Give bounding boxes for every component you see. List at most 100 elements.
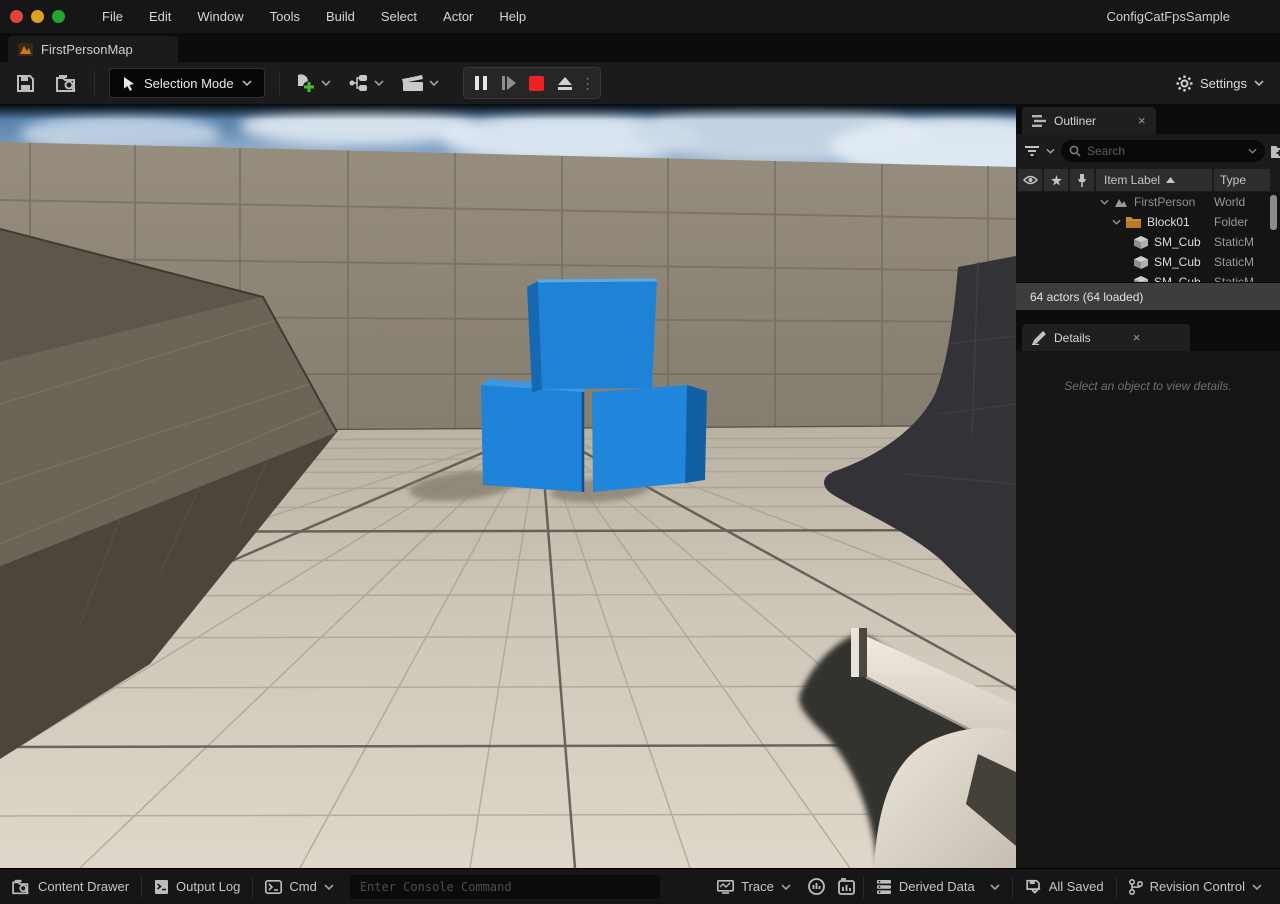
settings-dropdown[interactable]: Settings <box>1176 75 1264 92</box>
save-button[interactable] <box>8 67 42 99</box>
trace-icon <box>717 880 734 894</box>
menu-tools[interactable]: Tools <box>257 0 313 33</box>
menu-bar: File Edit Window Tools Build Select Acto… <box>0 0 1280 33</box>
chevron-down-icon <box>1252 884 1262 890</box>
add-folder-icon[interactable] <box>1271 144 1280 158</box>
outliner-row-staticmesh[interactable]: SM_Cub StaticM <box>1016 232 1280 252</box>
outliner-icon <box>1032 115 1046 127</box>
viewport-scene <box>0 104 1016 868</box>
terminal-icon <box>265 880 282 894</box>
chevron-down-icon <box>321 80 331 86</box>
menu-edit[interactable]: Edit <box>136 0 184 33</box>
viewport-3d[interactable] <box>0 104 1016 868</box>
column-visibility[interactable] <box>1018 169 1042 191</box>
content-drawer-button[interactable]: Content Drawer <box>0 869 141 904</box>
close-icon[interactable]: × <box>1138 113 1146 128</box>
asset-tab-bar: FirstPersonMap <box>0 33 1280 62</box>
outliner-row-staticmesh[interactable]: SM_Cub StaticM <box>1016 272 1280 282</box>
tab-outliner[interactable]: Outliner × <box>1022 107 1156 134</box>
insights-report-button[interactable] <box>830 869 863 904</box>
blueprints-dropdown[interactable] <box>347 73 384 93</box>
gear-icon <box>1176 75 1193 92</box>
folder-search-icon <box>12 879 31 895</box>
mode-label: Selection Mode <box>144 76 234 91</box>
trace-dropdown[interactable]: Trace <box>705 869 803 904</box>
outliner-row-staticmesh[interactable]: SM_Cub StaticM <box>1016 252 1280 272</box>
details-empty-message: Select an object to view details. <box>1064 379 1231 868</box>
pin-icon <box>1077 174 1087 187</box>
output-log-button[interactable]: Output Log <box>142 869 252 904</box>
expand-chevron-icon[interactable] <box>1112 219 1121 225</box>
chevron-down-icon[interactable] <box>1046 148 1055 154</box>
tab-details[interactable]: Details × <box>1022 324 1190 351</box>
outliner-scrollbar[interactable] <box>1270 195 1277 230</box>
outliner-row-folder[interactable]: Block01 Folder <box>1016 212 1280 232</box>
pie-options-button[interactable]: ⋮ <box>580 70 596 96</box>
maximize-window-button[interactable] <box>52 10 65 23</box>
star-icon <box>1051 175 1062 186</box>
menu-actor[interactable]: Actor <box>430 0 486 33</box>
menu-file[interactable]: File <box>89 0 136 33</box>
column-type[interactable]: Type <box>1214 169 1270 191</box>
static-mesh-icon <box>1134 236 1148 249</box>
folder-search-icon <box>56 74 78 93</box>
revision-control-dropdown[interactable]: Revision Control <box>1117 869 1274 904</box>
folder-icon <box>1126 216 1141 228</box>
minimize-window-button[interactable] <box>31 10 44 23</box>
add-actor-dropdown[interactable] <box>294 72 331 94</box>
details-tab-row: Details × <box>1016 321 1280 351</box>
content-browser-button[interactable] <box>50 67 84 99</box>
chevron-down-icon <box>324 884 334 890</box>
frame-skip-button[interactable] <box>496 70 522 96</box>
status-bar: Content Drawer Output Log Cmd Trace <box>0 868 1280 904</box>
static-mesh-icon <box>1134 256 1148 269</box>
console-command-input[interactable] <box>350 875 660 899</box>
outliner-rows: FirstPerson World Block01 Folder <box>1016 192 1280 282</box>
details-pencil-icon <box>1032 331 1046 345</box>
cmd-dropdown[interactable]: Cmd <box>253 869 345 904</box>
menu-help[interactable]: Help <box>486 0 539 33</box>
outliner-column-headers: Item Label Type <box>1016 168 1280 192</box>
outliner-toolbar <box>1016 134 1280 168</box>
menu-select[interactable]: Select <box>368 0 430 33</box>
pause-button[interactable] <box>468 70 494 96</box>
editor-mode-dropdown[interactable]: Selection Mode <box>109 68 265 98</box>
derived-data-dropdown[interactable]: Derived Data <box>864 869 1012 904</box>
filter-icon[interactable] <box>1024 145 1040 157</box>
menu-window[interactable]: Window <box>184 0 256 33</box>
insights-session-button[interactable] <box>803 869 830 904</box>
eject-button[interactable] <box>552 70 578 96</box>
add-actor-icon <box>294 72 318 94</box>
blueprints-icon <box>347 73 371 93</box>
expand-chevron-icon[interactable] <box>1100 199 1109 205</box>
chevron-down-icon[interactable] <box>1248 148 1257 154</box>
column-item-label[interactable]: Item Label <box>1096 169 1212 191</box>
static-mesh-icon <box>1134 276 1148 283</box>
menu-items: File Edit Window Tools Build Select Acto… <box>89 0 539 33</box>
save-icon <box>16 74 35 93</box>
column-pin[interactable] <box>1070 169 1094 191</box>
search-input[interactable] <box>1087 144 1242 158</box>
sort-ascending-icon <box>1166 177 1175 183</box>
blue-cube-bottom-left[interactable] <box>481 379 589 492</box>
blue-cube-top[interactable] <box>527 280 657 393</box>
stop-button[interactable] <box>524 70 550 96</box>
insights-box-icon <box>838 878 855 895</box>
close-window-button[interactable] <box>10 10 23 23</box>
chevron-down-icon <box>429 80 439 86</box>
window-controls <box>10 10 65 23</box>
tab-firstpersonmap[interactable]: FirstPersonMap <box>8 36 178 62</box>
main-toolbar: Selection Mode <box>0 62 1280 104</box>
blue-cube-bottom-right[interactable] <box>592 385 707 492</box>
eye-icon <box>1023 175 1038 185</box>
close-icon[interactable]: × <box>1133 330 1141 345</box>
settings-label: Settings <box>1200 76 1247 91</box>
cinematics-dropdown[interactable] <box>400 73 439 93</box>
viewport-vignette <box>0 104 1016 120</box>
column-favorite[interactable] <box>1044 169 1068 191</box>
insights-circle-icon <box>808 878 825 895</box>
outliner-row-world[interactable]: FirstPerson World <box>1016 192 1280 212</box>
menu-build[interactable]: Build <box>313 0 368 33</box>
outliner-search[interactable] <box>1061 140 1265 162</box>
all-saved-button[interactable]: All Saved <box>1013 869 1116 904</box>
